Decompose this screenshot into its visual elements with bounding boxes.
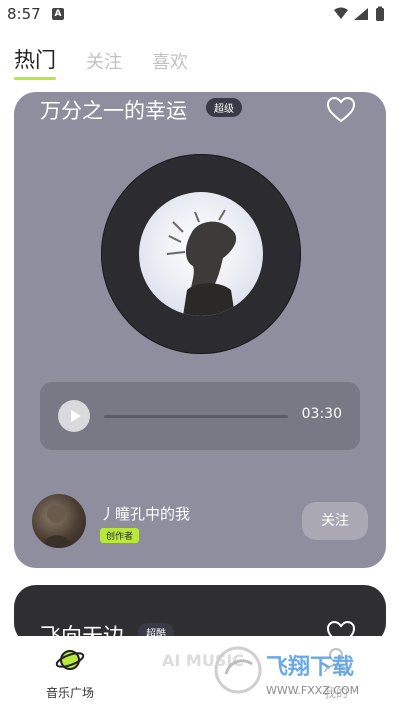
song-title: 万分之一的幸运 xyxy=(40,99,187,123)
bottom-navigation: 音乐广场 我的 AI MUSIC 飞翔下载 WWW.FXXZ.COM xyxy=(0,636,400,710)
album-art xyxy=(139,192,263,316)
avatar[interactable] xyxy=(32,494,86,548)
play-button[interactable] xyxy=(58,400,90,432)
system-status-icons xyxy=(334,6,384,21)
progress-bar[interactable] xyxy=(104,415,288,418)
notification-icon: A xyxy=(52,8,64,20)
tab-following[interactable]: 关注 xyxy=(86,48,122,74)
watermark-logo: AI MUSIC 飞翔下载 WWW.FXXZ.COM xyxy=(162,646,359,697)
song-tag: 超级 xyxy=(206,98,242,117)
tab-likes[interactable]: 喜欢 xyxy=(152,48,188,74)
planet-icon xyxy=(55,650,85,670)
nav-music-square[interactable]: 音乐广场 xyxy=(30,644,110,701)
follow-button[interactable]: 关注 xyxy=(302,502,368,540)
watermark-brand: 飞翔下载 xyxy=(266,654,354,680)
creator-badge: 创作者 xyxy=(100,528,140,543)
audio-player: 03:30 xyxy=(40,382,360,450)
song-card[interactable]: 万分之一的幸运 超级 03:30 丿瞳孔中的我 创作者 关注 xyxy=(14,92,386,568)
heart-outline-icon[interactable] xyxy=(326,95,356,125)
watermark-left-text: AI MUSIC xyxy=(162,651,244,670)
status-bar: 8:57 A xyxy=(0,0,400,28)
top-tabs: 热门 关注 喜欢 xyxy=(14,44,218,80)
nav-label: 音乐广场 xyxy=(45,686,94,700)
cellular-signal-icon xyxy=(354,8,368,20)
clock: 8:57 xyxy=(7,5,41,23)
tab-hot[interactable]: 热门 xyxy=(14,44,56,80)
creator-name[interactable]: 丿瞳孔中的我 xyxy=(100,503,190,524)
battery-icon xyxy=(376,8,384,21)
watermark-url: WWW.FXXZ.COM xyxy=(266,684,359,697)
duration: 03:30 xyxy=(301,406,342,422)
vinyl-disc xyxy=(101,154,301,354)
wifi-icon xyxy=(334,7,348,19)
